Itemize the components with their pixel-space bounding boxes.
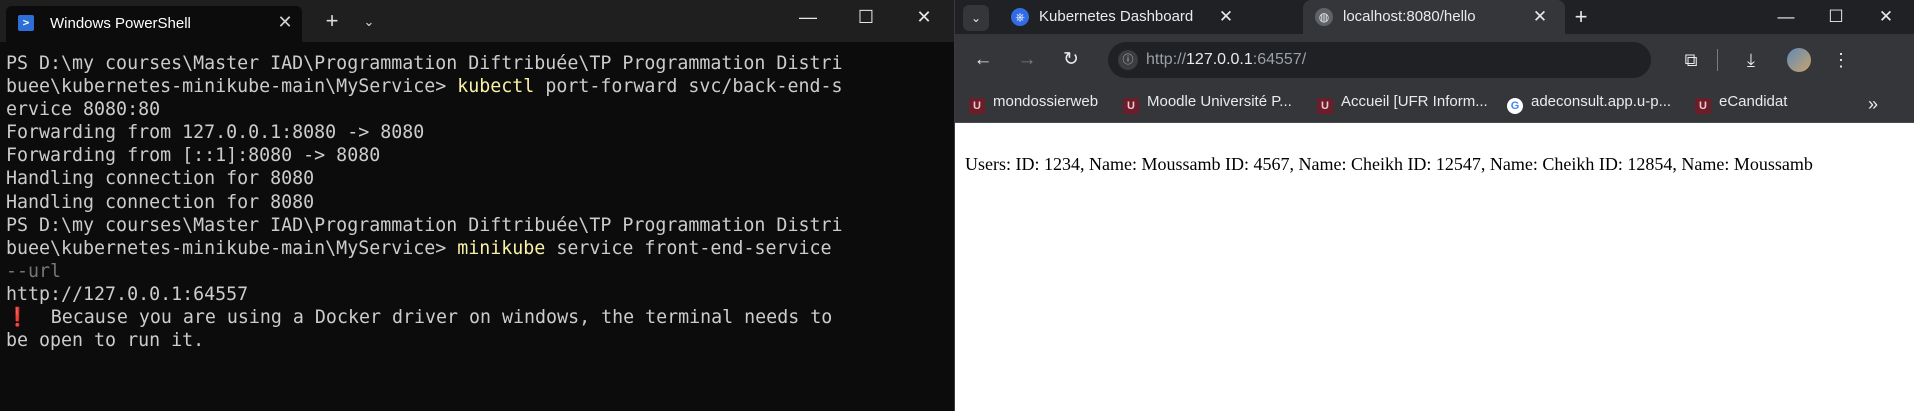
- terminal-text: service front-end-service: [545, 237, 832, 259]
- terminal-tab-title: Windows PowerShell: [50, 15, 191, 32]
- page-content: Users: ID: 1234, Name: Moussamb ID: 4567…: [955, 123, 1914, 411]
- terminal-text: buee\kubernetes-minikube-main\MyService>: [6, 237, 458, 259]
- university-icon: U: [1695, 98, 1711, 114]
- address-bar[interactable]: ⓘ http://127.0.0.1:64557/: [1108, 42, 1651, 78]
- terminal-line: Handling connection for 8080: [6, 167, 950, 190]
- terminal-line: --url: [6, 260, 950, 283]
- users-response-text: Users: ID: 1234, Name: Moussamb ID: 4567…: [965, 154, 1813, 174]
- terminal-line: Handling connection for 8080: [6, 191, 950, 214]
- bookmark-adeconsult[interactable]: Gadeconsult.app.u-p...: [1507, 93, 1671, 115]
- warning-icon: ❗: [6, 307, 29, 329]
- terminal-text: ervice 8080:80: [6, 99, 161, 121]
- globe-icon: ◍: [1315, 8, 1333, 26]
- terminal-text: PS D:\my courses\Master IAD\Programmatio…: [6, 53, 843, 74]
- terminal-text: Because you are using a Docker driver on…: [28, 307, 833, 329]
- terminal-line: PS D:\my courses\Master IAD\Programmatio…: [6, 52, 950, 75]
- url-host: 127.0.0.1: [1186, 51, 1253, 68]
- url-rest: :64557/: [1252, 51, 1307, 68]
- bookmark-label: mondossierweb: [993, 93, 1099, 110]
- bookmark-label: Accueil [UFR Inform...: [1341, 93, 1488, 110]
- download-icon[interactable]: ⤓: [1737, 46, 1765, 74]
- terminal-text: Handling connection for 8080: [6, 191, 315, 213]
- terminal-text: be open to run it.: [6, 330, 205, 352]
- tab-localhost-hello[interactable]: ◍ localhost:8080/hello ✕: [1303, 0, 1565, 34]
- powershell-icon: >: [18, 15, 34, 31]
- bookmark-label: eCandidat: [1719, 93, 1788, 110]
- command-name: kubectl: [457, 76, 535, 98]
- back-arrow-icon[interactable]: ←: [969, 46, 997, 74]
- close-tab-icon[interactable]: ✕: [274, 11, 296, 33]
- menu-kebab-icon[interactable]: ⋮: [1827, 46, 1855, 74]
- google-icon: G: [1507, 98, 1523, 114]
- site-info-icon[interactable]: ⓘ: [1118, 50, 1138, 70]
- terminal-tab[interactable]: > Windows PowerShell ✕: [6, 6, 302, 42]
- maximize-button[interactable]: ☐: [838, 0, 894, 34]
- bookmark-label: adeconsult.app.u-p...: [1531, 93, 1672, 110]
- close-window-button[interactable]: ✕: [896, 0, 952, 34]
- close-window-button[interactable]: ✕: [1861, 0, 1911, 34]
- terminal-output[interactable]: PS D:\my courses\Master IAD\Programmatio…: [6, 52, 950, 352]
- terminal-title-bar: > Windows PowerShell ✕ + ⌄ — ☐ ✕: [0, 0, 954, 42]
- bookmark-label: Moodle Université P...: [1147, 93, 1292, 110]
- terminal-line: buee\kubernetes-minikube-main\MyService>…: [6, 75, 950, 98]
- terminal-text: Forwarding from [::1]:8080 -> 8080: [6, 145, 381, 167]
- close-tab-icon[interactable]: ✕: [1215, 6, 1237, 28]
- terminal-text: Forwarding from 127.0.0.1:8080 -> 8080: [6, 122, 425, 144]
- tab-title: localhost:8080/hello: [1343, 8, 1476, 25]
- bookmark-accueil-ufr[interactable]: U Accueil [UFR Inform...: [1317, 93, 1488, 115]
- bookmark-mondossierweb[interactable]: Umondossierweb: [969, 93, 1098, 115]
- terminal-line: http://127.0.0.1:64557: [6, 283, 950, 306]
- terminal-line: ervice 8080:80: [6, 98, 950, 121]
- tab-kubernetes-dashboard[interactable]: ⎈ Kubernetes Dashboard ✕: [999, 0, 1245, 34]
- terminal-text: PS D:\my courses\Master IAD\Programmatio…: [6, 214, 843, 236]
- bookmarks-bar: Umondossierweb U Moodle Université P... U…: [955, 86, 1914, 123]
- chevron-double-right-icon[interactable]: »: [1861, 92, 1885, 116]
- terminal-text: port-forward svc/back-end-s: [534, 76, 843, 98]
- chevron-down-icon[interactable]: ⌄: [358, 10, 380, 34]
- toolbar-separator: [1717, 49, 1718, 71]
- command-name: minikube: [457, 237, 546, 259]
- forward-arrow-icon[interactable]: →: [1013, 46, 1041, 74]
- powershell-window: > Windows PowerShell ✕ + ⌄ — ☐ ✕ PS D:\m…: [0, 0, 954, 411]
- reload-icon[interactable]: ↻: [1057, 46, 1085, 74]
- university-icon: U: [969, 98, 985, 114]
- browser-window: ⌄ ⎈ Kubernetes Dashboard ✕ ◍ localhost:8…: [955, 0, 1914, 411]
- profile-avatar[interactable]: [1787, 48, 1811, 72]
- new-tab-button[interactable]: +: [1567, 3, 1595, 31]
- terminal-line: Forwarding from [::1]:8080 -> 8080: [6, 144, 950, 167]
- university-icon: U: [1123, 98, 1139, 114]
- terminal-text: Handling connection for 8080: [6, 168, 315, 190]
- bookmark-ecandidat[interactable]: UeCandidat: [1695, 93, 1787, 115]
- minimize-button[interactable]: —: [1761, 0, 1811, 34]
- terminal-line: be open to run it.: [6, 329, 950, 352]
- kubernetes-icon: ⎈: [1011, 8, 1029, 26]
- terminal-text: http://127.0.0.1:64557: [6, 283, 249, 305]
- terminal-text: --url: [6, 260, 62, 282]
- university-icon: U: [1317, 98, 1333, 114]
- terminal-line: ❗ Because you are using a Docker driver …: [6, 306, 950, 329]
- terminal-line: buee\kubernetes-minikube-main\MyService>…: [6, 237, 950, 260]
- minimize-button[interactable]: —: [780, 0, 836, 34]
- url-scheme: http://: [1146, 51, 1187, 68]
- tab-search-icon[interactable]: ⌄: [963, 5, 989, 31]
- new-tab-button[interactable]: +: [318, 9, 346, 35]
- bookmark-moodle[interactable]: U Moodle Université P...: [1123, 93, 1292, 115]
- terminal-line: PS D:\my courses\Master IAD\Programmatio…: [6, 214, 950, 237]
- browser-toolbar: ← → ↻ ⓘ http://127.0.0.1:64557/ ⧉ ⤓ ⋮: [955, 34, 1914, 86]
- url-text[interactable]: http://127.0.0.1:64557/: [1146, 51, 1306, 69]
- terminal-line: Forwarding from 127.0.0.1:8080 -> 8080: [6, 121, 950, 144]
- maximize-button[interactable]: ☐: [1811, 0, 1861, 34]
- browser-tab-strip: ⌄ ⎈ Kubernetes Dashboard ✕ ◍ localhost:8…: [955, 0, 1914, 34]
- close-tab-icon[interactable]: ✕: [1529, 6, 1551, 28]
- terminal-text: buee\kubernetes-minikube-main\MyService>: [6, 76, 458, 98]
- extensions-icon[interactable]: ⧉: [1677, 46, 1705, 74]
- tab-title: Kubernetes Dashboard: [1039, 8, 1194, 25]
